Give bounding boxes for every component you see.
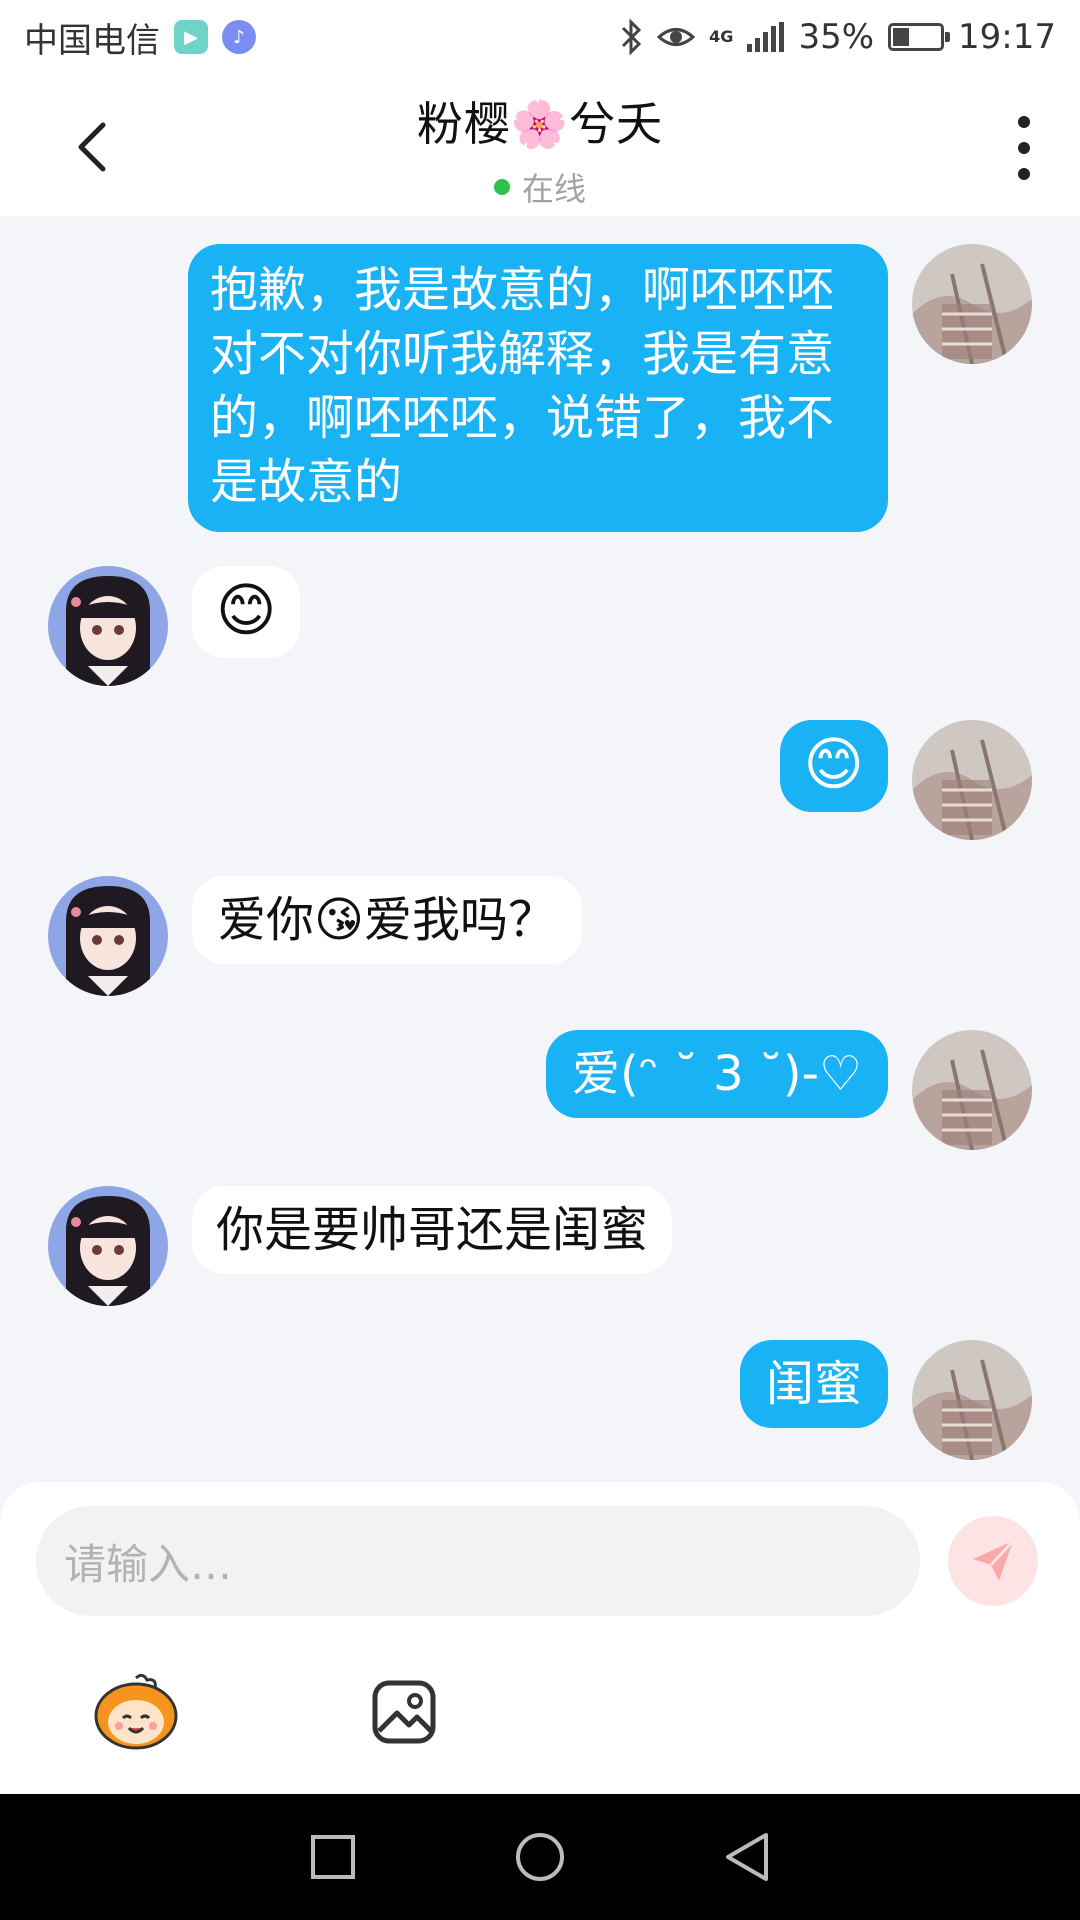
presence-label: 在线 (521, 170, 586, 208)
message-bubble[interactable]: 😊 (779, 720, 888, 812)
carrier-label: 中国电信 (24, 20, 160, 61)
send-icon (973, 1539, 1015, 1581)
chat-header: 粉樱🌸兮夭 在线 (0, 74, 1080, 216)
battery-percent-label: 35% (798, 17, 875, 57)
battery-icon (888, 23, 951, 51)
message-bubble[interactable]: 抱歉，我是故意的，啊呸呸呸对不对你听我解释，我是有意的，啊呸呸呸，说错了，我不是… (188, 244, 888, 532)
back-icon (725, 1833, 768, 1881)
message-text: 抱歉，我是故意的，啊呸呸呸对不对你听我解释，我是有意的，啊呸呸呸，说错了，我不是… (210, 262, 835, 510)
title-wrap: 粉樱🌸兮夭 在线 (0, 88, 1080, 210)
message-text: 你是要帅哥还是闺蜜 (216, 1202, 649, 1258)
self-avatar-image (912, 720, 1032, 840)
message-text: 爱你😘爱我吗？ (218, 892, 557, 948)
avatar[interactable] (912, 1340, 1032, 1460)
presence-status: 在线 (0, 164, 1080, 210)
online-dot-icon (493, 179, 510, 195)
self-avatar-image (912, 1030, 1032, 1150)
video-app-icon: ▶ (174, 20, 208, 54)
recent-apps-button[interactable] (303, 1827, 363, 1887)
avatar[interactable] (912, 720, 1032, 840)
composer: 请输入… (0, 1482, 1080, 1794)
more-options-button[interactable] (1004, 116, 1044, 180)
back-nav-button[interactable] (717, 1827, 777, 1887)
avatar[interactable] (48, 876, 168, 996)
status-bar: 中国电信 ▶ ♪ 4G 35% 19:17 (0, 0, 1080, 74)
message-text: 😊 (216, 576, 277, 644)
system-nav-bar (0, 1794, 1080, 1920)
message-input-placeholder: 请输入… (64, 1539, 233, 1589)
bluetooth-icon (622, 19, 642, 55)
avatar[interactable] (912, 1030, 1032, 1150)
chat-title: 粉樱🌸兮夭 (416, 97, 664, 151)
self-avatar-image (912, 244, 1032, 364)
send-button[interactable] (948, 1516, 1038, 1606)
music-app-icon: ♪ (222, 20, 256, 54)
home-button[interactable] (510, 1827, 570, 1887)
home-icon (515, 1833, 564, 1881)
contact-avatar-image (48, 566, 168, 686)
sticker-button[interactable] (86, 1662, 186, 1762)
message-bubble[interactable]: 😊 (192, 566, 301, 658)
message-text: 闺蜜 (765, 1356, 862, 1412)
message-bubble[interactable]: 爱你😘爱我吗？ (192, 876, 583, 964)
message-input[interactable]: 请输入… (36, 1506, 920, 1616)
clock-label: 19:17 (958, 17, 1056, 57)
message-text: 爱(ᵔ ˘ 3 ˘)-♡ (572, 1046, 862, 1102)
more-dot-icon (1018, 168, 1030, 180)
status-left: 中国电信 ▶ ♪ (24, 13, 256, 62)
message-bubble[interactable]: 闺蜜 (739, 1340, 888, 1428)
message-bubble[interactable]: 爱(ᵔ ˘ 3 ˘)-♡ (546, 1030, 888, 1118)
network-type-label: 4G (709, 27, 734, 46)
contact-avatar-image (48, 876, 168, 996)
recent-apps-icon (311, 1835, 356, 1879)
message-text: 😊 (803, 730, 864, 798)
message-bubble[interactable]: 你是要帅哥还是闺蜜 (192, 1186, 673, 1274)
image-icon (372, 1680, 436, 1744)
contact-avatar-image (48, 1186, 168, 1306)
status-right: 4G 35% 19:17 (619, 17, 1056, 57)
image-button[interactable] (354, 1662, 454, 1762)
more-dot-icon (1018, 142, 1030, 154)
self-avatar-image (912, 1340, 1032, 1460)
eye-icon (657, 28, 696, 46)
more-dot-icon (1018, 116, 1030, 128)
signal-icon (747, 22, 785, 52)
avatar[interactable] (912, 244, 1032, 364)
message-list[interactable]: 抱歉，我是故意的，啊呸呸呸对不对你听我解释，我是有意的，啊呸呸呸，说错了，我不是… (0, 216, 1080, 1480)
sticker-icon (94, 1673, 178, 1750)
avatar[interactable] (48, 1186, 168, 1306)
avatar[interactable] (48, 566, 168, 686)
